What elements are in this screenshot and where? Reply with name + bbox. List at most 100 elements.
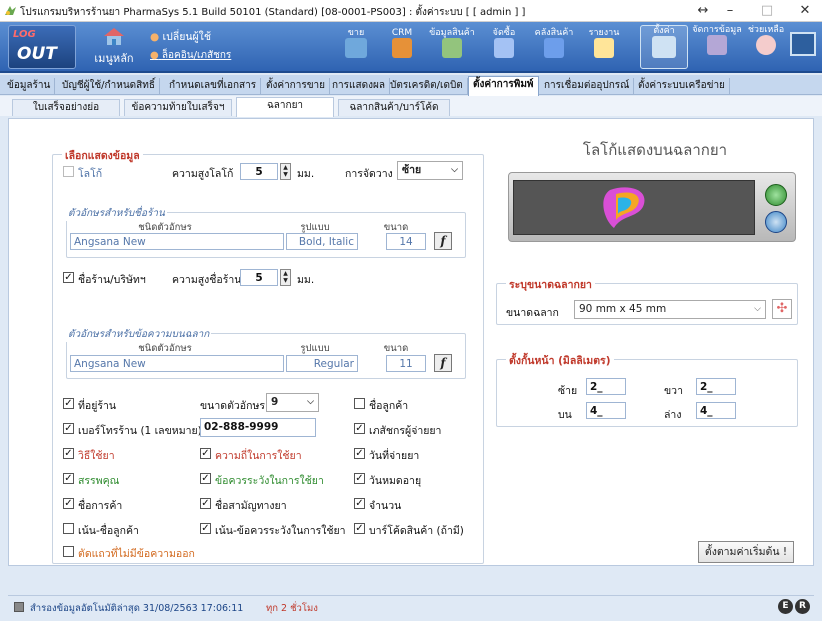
tab-display[interactable]: การแสดงผล <box>328 78 390 95</box>
subtab-receipt-footer[interactable]: ข้อความท้ายใบเสร็จฯ <box>124 99 232 116</box>
logo-checkbox[interactable] <box>63 166 74 177</box>
phone-checkbox[interactable]: ✓ <box>63 423 74 434</box>
shop-name-height-input[interactable]: 5 <box>240 269 278 286</box>
precaution-label: ข้อควรระวังในการใช้ยา <box>215 475 324 487</box>
margin-right-label: ขวา <box>664 385 683 397</box>
tab-shop-info[interactable]: ข้อมูลร้าน <box>3 78 56 95</box>
product-data-label: ข้อมูลสินค้า <box>429 28 475 38</box>
usage-frequency-checkbox[interactable]: ✓ <box>200 448 211 459</box>
subtab-short-receipt[interactable]: ใบเสร็จอย่างย่อ <box>12 99 120 116</box>
badge-e[interactable]: E <box>778 599 793 614</box>
address-checkbox[interactable]: ✓ <box>63 398 74 409</box>
database-icon <box>707 35 727 55</box>
tab-user-accounts[interactable]: บัญชีผู้ใช้/กำหนดสิทธิ์ <box>58 78 160 95</box>
minimize-button[interactable]: – <box>715 0 745 22</box>
font-size-select[interactable]: 9 ⌵ <box>266 393 319 412</box>
sale-button[interactable]: ขาย <box>336 28 376 72</box>
shop-name-height-spinner[interactable]: ▲ ▼ <box>280 269 291 286</box>
screen-icon[interactable] <box>790 32 816 56</box>
maximize-button[interactable]: □ <box>752 0 782 22</box>
shop-font-style-field[interactable]: Bold, Italic <box>286 233 358 250</box>
trade-name-checkbox[interactable]: ✓ <box>63 498 74 509</box>
change-user-button[interactable]: ● เปลี่ยนผู้ใช้ <box>150 28 211 45</box>
inventory-button[interactable]: คลังสินค้า <box>528 28 580 72</box>
margin-left-input[interactable]: 2_ <box>586 378 626 395</box>
usage-method-label: วิธีใช้ยา <box>78 450 115 462</box>
indication-label: สรรพคุณ <box>78 475 120 487</box>
shop-font-picker-button[interactable]: f <box>434 232 452 250</box>
tab-print-settings[interactable]: ตั้งค่าการพิมพ์ <box>468 76 539 96</box>
logo-panel-title: โลโก้แสดงบนฉลากยา <box>582 141 728 159</box>
precaution-checkbox[interactable]: ✓ <box>200 473 211 484</box>
close-button[interactable]: ✕ <box>790 0 820 22</box>
shop-name-checkbox[interactable]: ✓ <box>63 272 74 283</box>
emphasize-precaution-checkbox[interactable]: ✓ <box>200 523 211 534</box>
label-font-style-field[interactable]: Regular <box>286 355 358 372</box>
title-bar: โปรแกรมบริหารร้านยา PharmaSys 5.1 Build … <box>0 0 822 22</box>
indication-checkbox[interactable]: ✓ <box>63 473 74 484</box>
truck-icon <box>494 38 514 58</box>
address-label: ที่อยู่ร้าน <box>78 400 117 412</box>
emphasize-customer-checkbox[interactable] <box>63 523 74 534</box>
label-font-name-field[interactable]: Angsana New <box>70 355 284 372</box>
main-menu-button[interactable]: เมนูหลัก <box>88 26 140 70</box>
tab-credit-debit[interactable]: บัตรเครดิต/เดบิต <box>386 78 468 95</box>
align-select[interactable]: ซ้าย ⌵ <box>397 161 463 180</box>
status-bar: สำรองข้อมูลอัตโนมัติล่าสุด 31/08/2563 17… <box>8 595 814 617</box>
emphasize-customer-label: เน้น-ชื่อลูกค้า <box>78 525 139 537</box>
align-label: การจัดวาง <box>345 168 393 180</box>
logout-button[interactable]: LOG OUT <box>8 25 76 69</box>
quantity-checkbox[interactable]: ✓ <box>354 498 365 509</box>
expiry-date-checkbox[interactable]: ✓ <box>354 473 365 484</box>
margin-right-input[interactable]: 2_ <box>696 378 736 395</box>
login-log-link[interactable]: ● ล็อคอิน/เภสัชกร <box>150 48 231 63</box>
shop-font-size-field[interactable]: 14 <box>386 233 426 250</box>
phone-label: เบอร์โทรร้าน (1 เลขหมาย) <box>78 425 202 437</box>
barcode-checkbox[interactable]: ✓ <box>354 523 365 534</box>
label-size-select[interactable]: 90 mm x 45 mm ⌵ <box>574 300 766 319</box>
tab-sale-settings[interactable]: ตั้งค่าการขาย <box>262 78 331 95</box>
trim-empty-lines-checkbox[interactable] <box>63 546 74 557</box>
logo-height-input[interactable]: 5 <box>240 163 278 180</box>
reset-defaults-button[interactable]: ตั้งตามค่าเริ่มต้น ! <box>698 541 794 563</box>
settings-button[interactable]: ตั้งค่า <box>640 25 688 69</box>
pharmacist-checkbox[interactable]: ✓ <box>354 423 365 434</box>
tab-document-numbers[interactable]: กำหนดเลขที่เอกสาร <box>165 78 262 95</box>
badge-r[interactable]: R <box>795 599 810 614</box>
add-logo-icon[interactable] <box>765 184 787 206</box>
shop-font-name-field[interactable]: Angsana New <box>70 233 284 250</box>
font-size-label: ขนาดตัวอักษร <box>200 400 266 412</box>
data-manage-button[interactable]: จัดการข้อมูล <box>692 25 742 69</box>
margin-bottom-input[interactable]: 4_ <box>696 402 736 419</box>
crm-button[interactable]: CRM <box>382 28 422 72</box>
logo-height-spinner[interactable]: ▲ ▼ <box>280 163 291 180</box>
crm-label: CRM <box>391 28 413 38</box>
generic-name-checkbox[interactable]: ✓ <box>200 498 211 509</box>
app-icon <box>5 6 16 15</box>
label-font-size-field[interactable]: 11 <box>386 355 426 372</box>
subtab-drug-label[interactable]: ฉลากยา <box>236 97 334 117</box>
shop-name-height-unit: มม. <box>297 274 315 286</box>
label-size-label: ขนาดฉลาก <box>506 307 559 319</box>
backup-interval-text: ทุก 2 ชั่วโมง <box>266 603 318 614</box>
customer-name-label: ชื่อลูกค้า <box>369 400 409 412</box>
lifebuoy-icon <box>756 35 776 55</box>
usage-method-checkbox[interactable]: ✓ <box>63 448 74 459</box>
dispense-date-checkbox[interactable]: ✓ <box>354 448 365 459</box>
remove-logo-icon[interactable] <box>765 211 787 233</box>
phone-input[interactable]: 02-888-9999 <box>200 418 316 437</box>
product-data-button[interactable]: ข้อมูลสินค้า <box>426 28 478 72</box>
label-font-picker-button[interactable]: f <box>434 354 452 372</box>
database-icon <box>14 602 24 612</box>
help-button[interactable]: ช่วยเหลือ <box>746 25 786 69</box>
margin-top-input[interactable]: 4_ <box>586 402 626 419</box>
purchase-button[interactable]: จัดซื้อ <box>484 28 524 72</box>
restore-size-icon[interactable]: ↔ <box>688 0 718 22</box>
customer-name-checkbox[interactable] <box>354 398 365 409</box>
font-size-header: ขนาด <box>383 343 409 354</box>
subtab-product-barcode[interactable]: ฉลากสินค้า/บาร์โค้ด <box>338 99 450 116</box>
tab-network-settings[interactable]: ตั้งค่าระบบเครือข่าย <box>634 78 730 95</box>
tab-device-connection[interactable]: การเชื่อมต่ออุปกรณ์ <box>540 78 635 95</box>
report-button[interactable]: รายงาน <box>584 28 624 72</box>
label-size-settings-icon[interactable]: ✣ <box>772 299 792 319</box>
